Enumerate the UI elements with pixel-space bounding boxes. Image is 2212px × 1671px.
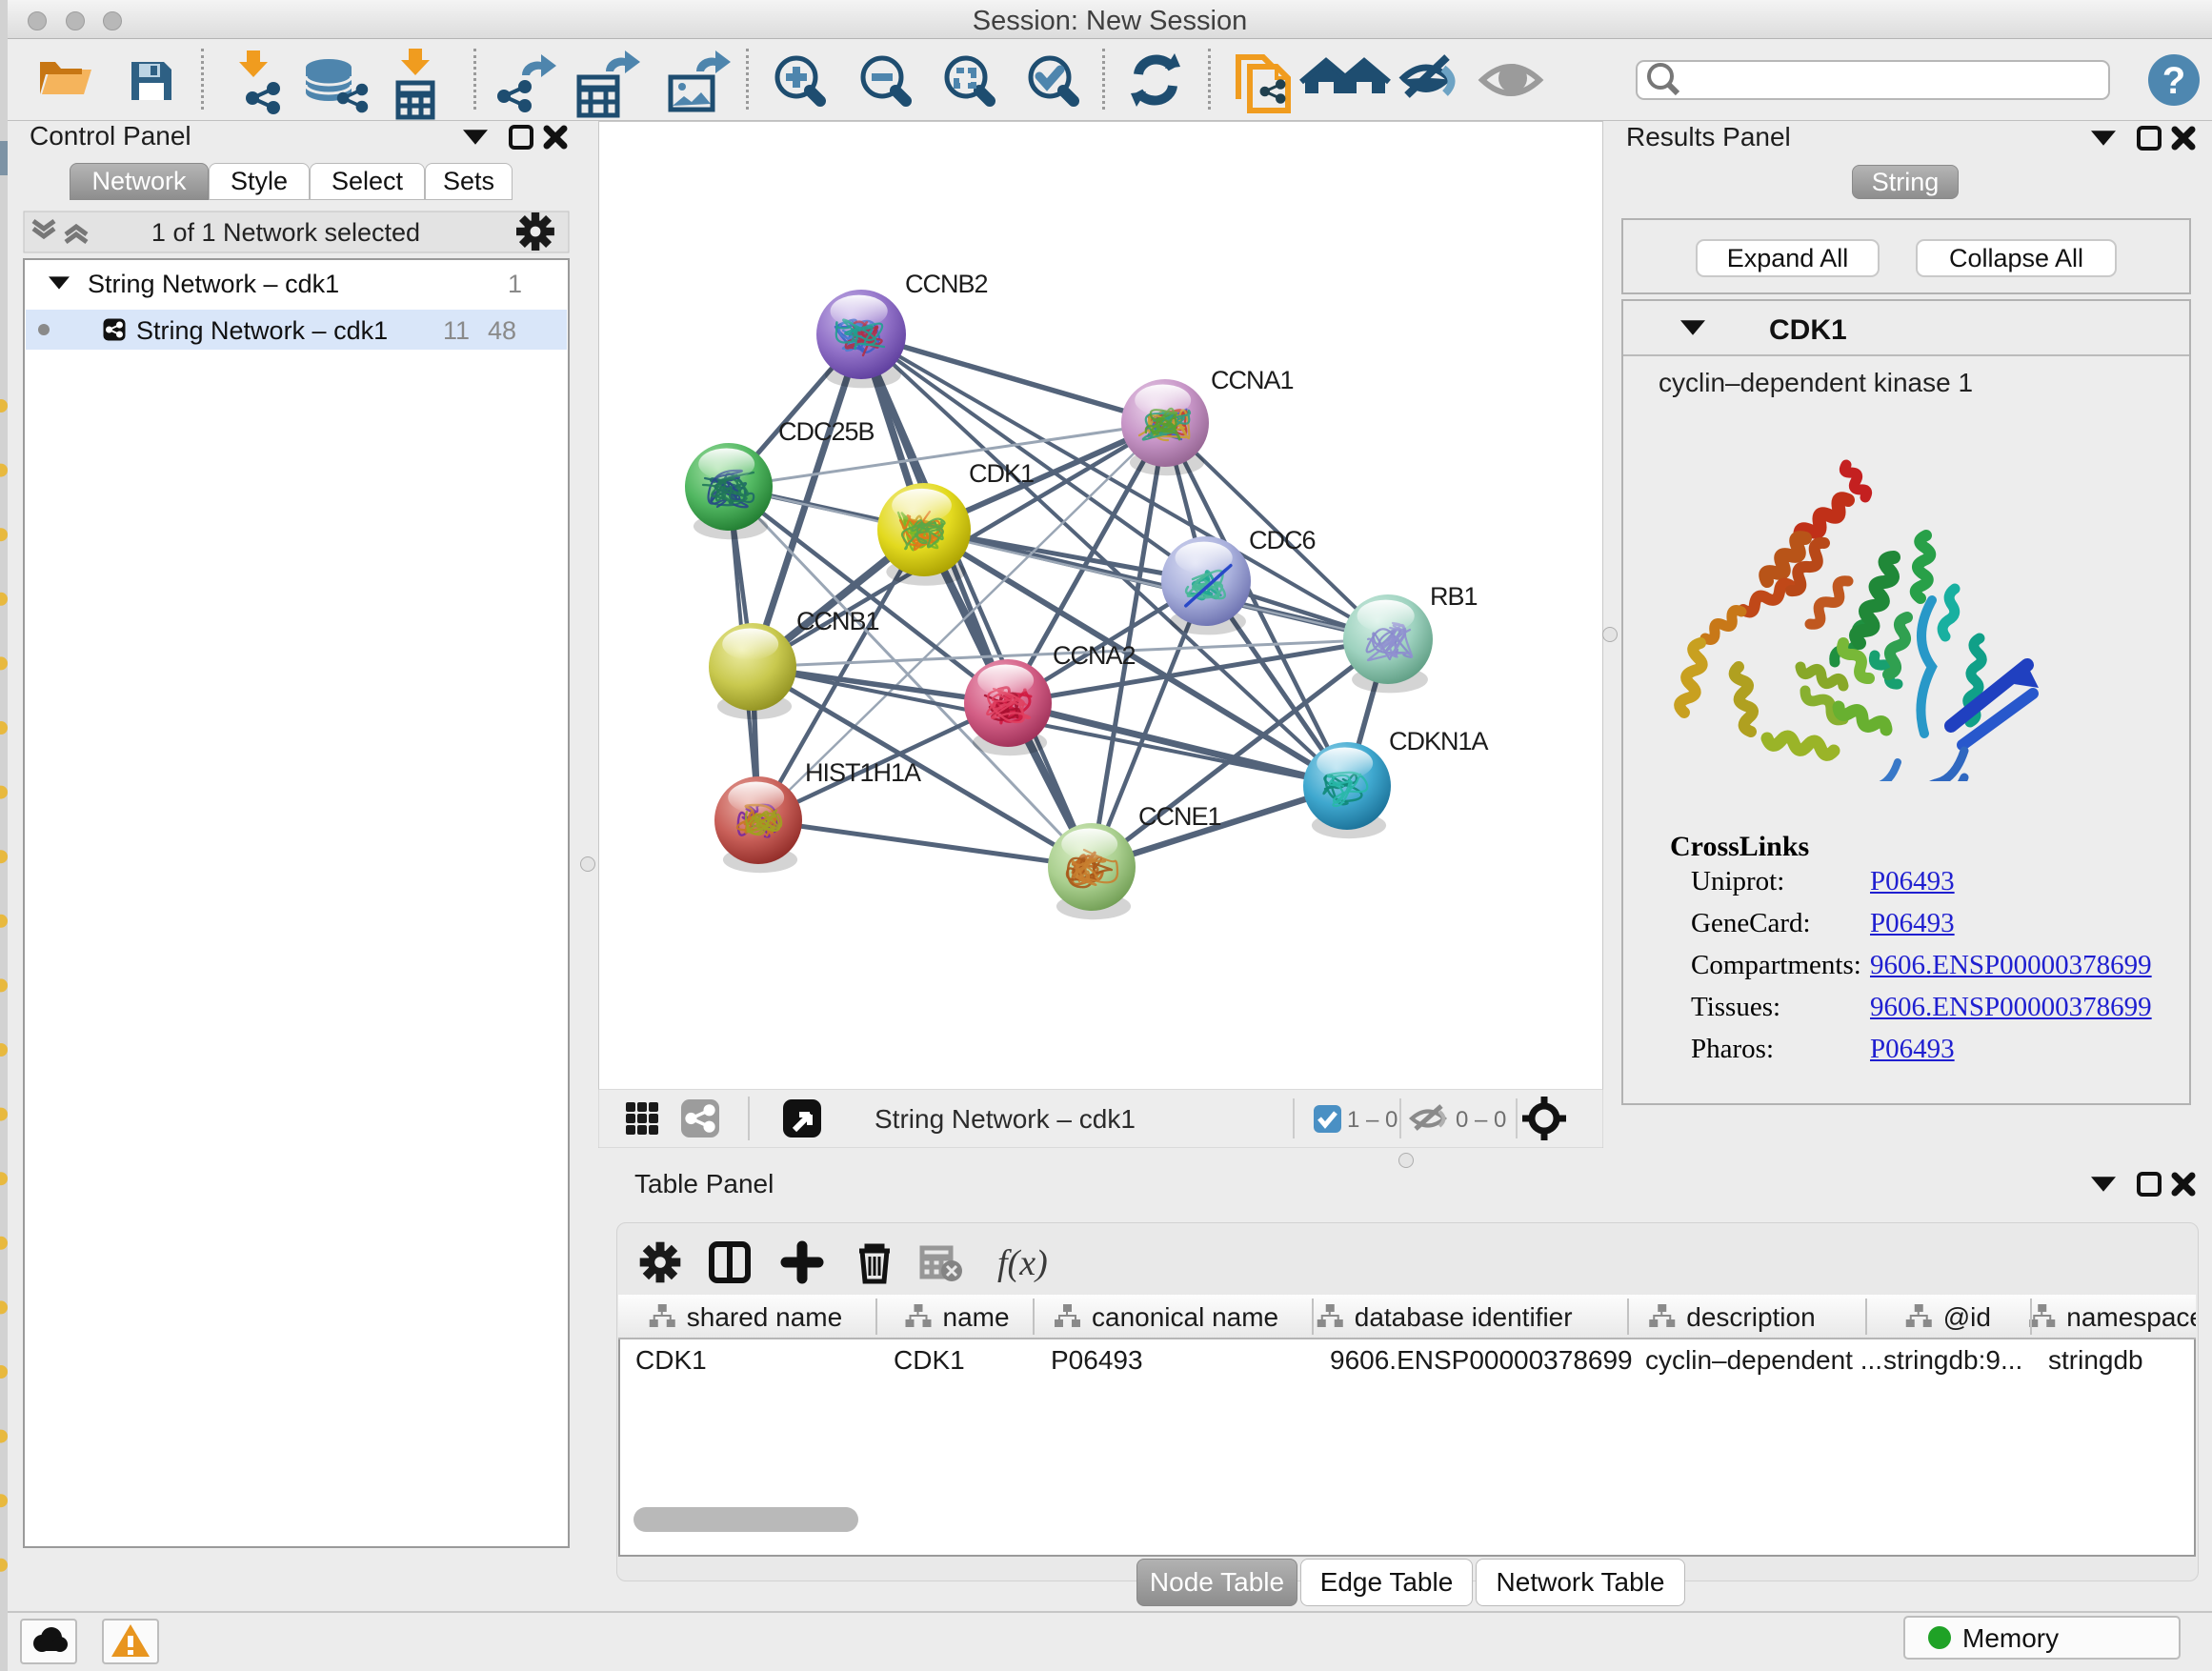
svg-text:1 – 0: 1 – 0	[1347, 1107, 1398, 1133]
svg-text:cyclin–dependent ...: cyclin–dependent ...	[1645, 1345, 1882, 1375]
svg-text:CDK1: CDK1	[969, 459, 1034, 488]
svg-text:CCNA2: CCNA2	[1053, 641, 1136, 670]
svg-text:RB1: RB1	[1430, 582, 1478, 611]
svg-text:namespace: namespace	[2066, 1302, 2196, 1332]
svg-text:description: description	[1686, 1302, 1815, 1332]
svg-text:CDK1: CDK1	[635, 1345, 707, 1375]
svg-text:String Network – cdk1: String Network – cdk1	[88, 270, 339, 298]
svg-text:1: 1	[508, 270, 522, 298]
svg-text:f(x): f(x)	[997, 1243, 1048, 1283]
svg-text:stringdb: stringdb	[2048, 1345, 2143, 1375]
svg-text:0 – 0: 0 – 0	[1456, 1107, 1506, 1133]
svg-text:CCNE1: CCNE1	[1138, 802, 1221, 831]
svg-text:Results Panel: Results Panel	[1626, 122, 1791, 151]
svg-text:1 of 1 Network selected: 1 of 1 Network selected	[151, 218, 420, 247]
svg-text:CDKN1A: CDKN1A	[1389, 727, 1489, 755]
svg-text:CCNB1: CCNB1	[796, 607, 879, 635]
svg-text:9606.ENSP00000378699: 9606.ENSP00000378699	[1330, 1345, 1633, 1375]
svg-text:String Network – cdk1: String Network – cdk1	[136, 316, 388, 345]
svg-text:?: ?	[2162, 60, 2185, 102]
svg-text:P06493: P06493	[1051, 1345, 1143, 1375]
svg-text:CCNA1: CCNA1	[1211, 366, 1294, 394]
svg-text:Control Panel: Control Panel	[30, 121, 191, 151]
svg-text:shared name: shared name	[687, 1302, 842, 1332]
svg-text:@id: @id	[1943, 1302, 1991, 1332]
svg-text:11: 11	[443, 316, 470, 345]
svg-text:String Network – cdk1: String Network – cdk1	[875, 1104, 1136, 1134]
svg-text:stringdb:9...: stringdb:9...	[1883, 1345, 2022, 1375]
svg-text:CCNB2: CCNB2	[905, 270, 988, 298]
svg-text:Memory: Memory	[1962, 1623, 2059, 1653]
svg-text:name: name	[943, 1302, 1010, 1332]
svg-text:CDC25B: CDC25B	[778, 417, 875, 446]
svg-text:HIST1H1A: HIST1H1A	[805, 758, 921, 787]
svg-text:48: 48	[488, 316, 516, 345]
svg-text:CDK1: CDK1	[1769, 314, 1847, 346]
svg-text:CDK1: CDK1	[894, 1345, 965, 1375]
svg-text:canonical name: canonical name	[1092, 1302, 1278, 1332]
svg-text:database identifier: database identifier	[1355, 1302, 1573, 1332]
svg-text:Table Panel: Table Panel	[634, 1169, 774, 1198]
svg-text:CDC6: CDC6	[1249, 526, 1316, 554]
